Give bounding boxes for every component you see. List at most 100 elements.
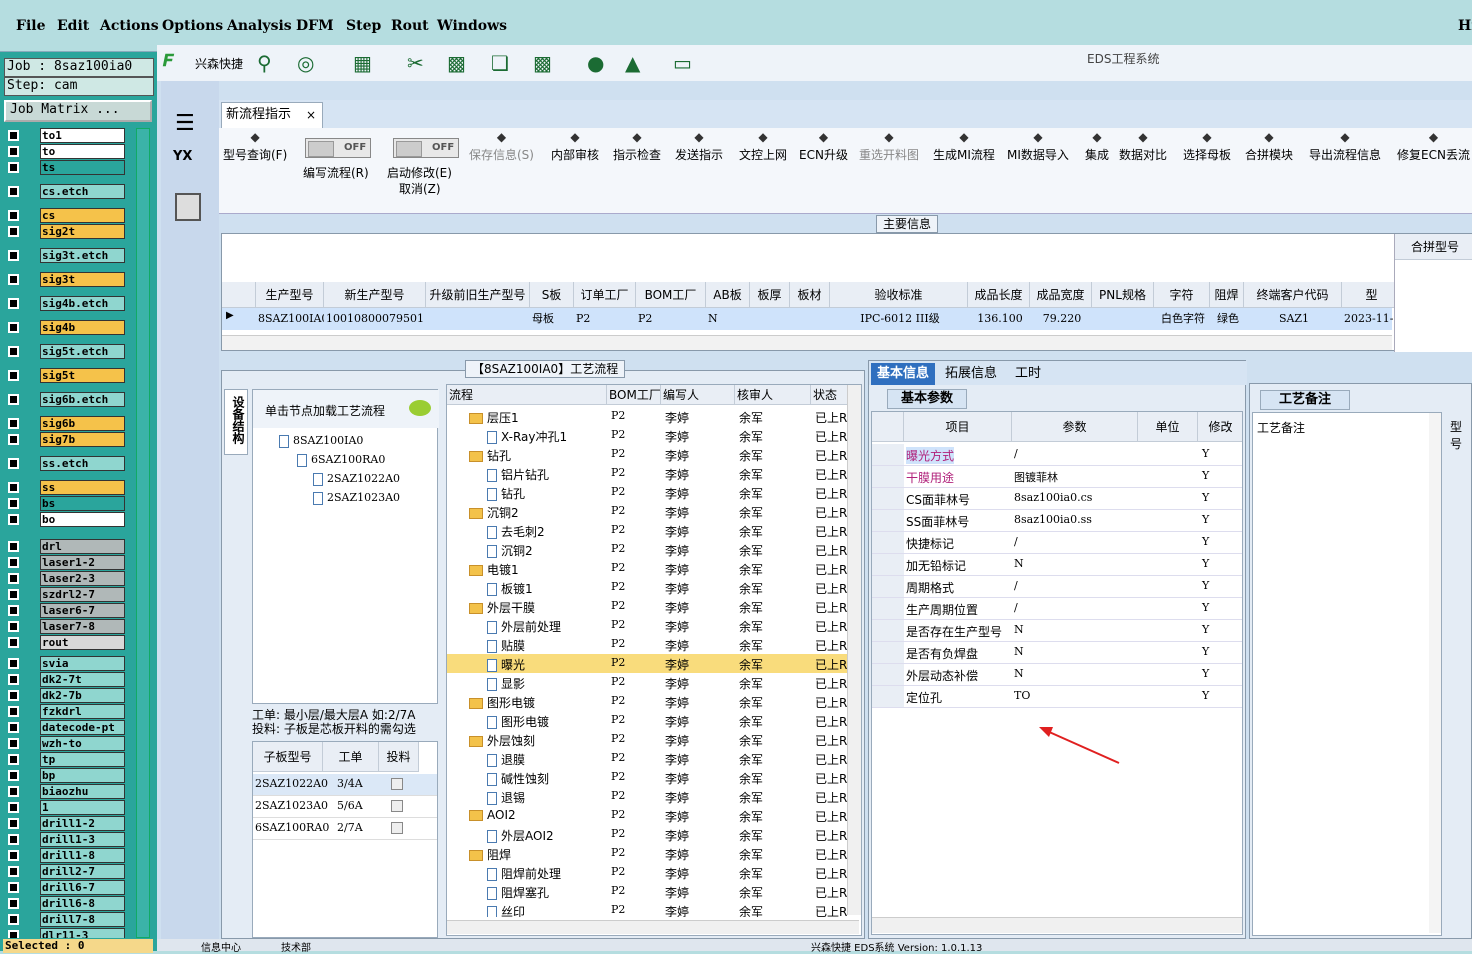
layer-row[interactable]: dk2-7b [3,688,126,703]
layer-checkbox[interactable] [8,394,19,405]
table-row[interactable]: ▶ 8SAZ100IA0 10010800079501 母板 P2 P2 N IPC-6012… [222,308,1402,330]
layer-checkbox[interactable] [8,226,19,237]
layer-row[interactable]: 1 [3,800,126,815]
flow-row[interactable]: 沉铜2 P2 李婷 余军 已上R [447,502,859,521]
layer-checkbox[interactable] [8,866,19,877]
flow-row[interactable]: 沉铜2 P2 李婷 余军 已上R [447,540,859,559]
layer-row[interactable]: sig5t.etch [3,344,126,359]
param-tab[interactable]: 基本信息 [871,363,936,385]
flow-row[interactable]: 钻孔 P2 李婷 余军 已上R [447,483,859,502]
flow-row[interactable]: 阻焊 P2 李婷 余军 已上R [447,844,859,863]
param-tab[interactable]: 工时 [1009,363,1047,385]
param-value[interactable]: / [1014,601,1018,614]
param-row[interactable]: 干膜用途 图镀菲林 Y [872,466,1242,488]
flow-v-scrollbar[interactable] [847,385,861,915]
tree-node[interactable]: 8SAZ100IA0 [279,434,363,448]
layer-row[interactable]: drill6-7 [3,880,126,895]
flow-row[interactable]: 退锡 P2 李婷 余军 已上R [447,787,859,806]
flow-h-scrollbar[interactable] [447,920,859,934]
scissors-icon[interactable]: ✂ [407,51,424,75]
copy-icon[interactable]: ❏ [491,51,509,75]
job-matrix-button[interactable]: Job Matrix ... [4,100,152,122]
layer-row[interactable]: drill1-8 [3,848,126,863]
layer-row[interactable]: to [3,144,126,159]
layer-row[interactable]: drill6-8 [3,896,126,911]
flow-row[interactable]: 曝光 P2 李婷 余军 已上R [447,654,859,673]
layer-scrollbar[interactable] [136,128,150,938]
flow-row[interactable]: 外层干膜 P2 李婷 余军 已上R [447,597,859,616]
layer-checkbox[interactable] [8,498,19,509]
ribbon-smile-button[interactable]: ◆ 导出流程信息 [1309,130,1381,163]
layer-row[interactable]: fzkdrl [3,704,126,719]
flow-row[interactable]: 层压1 P2 李婷 余军 已上R [447,407,859,426]
flow-row[interactable]: 图形电镀 P2 李婷 余军 已上R [447,711,859,730]
params-h-scrollbar[interactable] [872,917,1242,933]
param-row[interactable]: 周期格式 / Y [872,576,1242,598]
layer-row[interactable]: ts [3,160,126,175]
ribbon-import-button[interactable]: ◆ MI数据导入 [1007,130,1069,163]
layer-row[interactable]: drill2-7 [3,864,126,879]
flow-row[interactable]: 外层蚀刻 P2 李婷 余军 已上R [447,730,859,749]
layer-checkbox[interactable] [8,130,19,141]
layer-checkbox[interactable] [8,434,19,445]
layer-checkbox[interactable] [8,146,19,157]
feed-checkbox[interactable] [391,778,403,790]
write-flow-toggle[interactable]: OFF [305,138,371,158]
remarks-box[interactable]: 工艺备注 [1252,412,1442,936]
menu-windows[interactable]: Windows [437,18,507,34]
layer-row[interactable]: wzh-to [3,736,126,751]
ribbon-compare-button[interactable]: ◆ 数据对比 [1119,130,1167,163]
flow-row[interactable]: 碱性蚀刻 P2 李婷 余军 已上R [447,768,859,787]
film-icon[interactable]: ▩ [447,51,466,75]
ribbon-upload-button[interactable]: ◆ 发送指示 [675,130,723,163]
hamburger-icon[interactable]: ☰ [175,111,195,136]
layer-checkbox[interactable] [8,605,19,616]
param-row[interactable]: 加无铅标记 N Y [872,554,1242,576]
layer-row[interactable]: drl [3,539,126,554]
param-row[interactable]: 外层动态补偿 N Y [872,664,1242,686]
param-row[interactable]: 曝光方式 / Y [872,444,1242,466]
layer-row[interactable]: laser6-7 [3,603,126,618]
layer-checkbox[interactable] [8,738,19,749]
layer-row[interactable]: drill1-3 [3,832,126,847]
param-value[interactable]: / [1014,579,1018,592]
layer-checkbox[interactable] [8,482,19,493]
layer-checkbox[interactable] [8,274,19,285]
layer-checkbox[interactable] [8,514,19,525]
search-icon[interactable]: ⚲ [257,51,272,75]
yx-icon[interactable]: YX [173,149,192,164]
layer-checkbox[interactable] [8,930,19,938]
ribbon-cloud-button[interactable]: ◆ 文控上网 [739,130,787,163]
ribbon-check-button[interactable]: ◆ 指示检查 [613,130,661,163]
feed-checkbox[interactable] [391,800,403,812]
layer-row[interactable]: bp [3,768,126,783]
feed-checkbox[interactable] [391,822,403,834]
layer-checkbox[interactable] [8,690,19,701]
table-icon[interactable]: ▦ [353,51,372,75]
layer-checkbox[interactable] [8,250,19,261]
ribbon-a-button[interactable]: ◆ ECN升级 [799,130,848,163]
ribbon-check-button[interactable]: ◆ 保存信息(S) [469,130,534,163]
param-value[interactable]: 8saz100ia0.cs [1014,491,1092,504]
layer-checkbox[interactable] [8,589,19,600]
layer-row[interactable]: datecode-pt [3,720,126,735]
layer-checkbox[interactable] [8,541,19,552]
layer-checkbox[interactable] [8,298,19,309]
side-tab-device[interactable]: 设备结构 [224,389,248,455]
layer-checkbox[interactable] [8,621,19,632]
layer-row[interactable]: dlr11-3 [3,928,126,938]
layer-checkbox[interactable] [8,637,19,648]
tab-new-flow[interactable]: 新流程指示 × [221,102,323,128]
layer-row[interactable]: bo [3,512,126,527]
layer-checkbox[interactable] [8,914,19,925]
layer-row[interactable]: sig4b [3,320,126,335]
param-row[interactable]: CS面菲林号 8saz100ia0.cs Y [872,488,1242,510]
flow-row[interactable]: X-Ray冲孔1 P2 李婷 余军 已上R [447,426,859,445]
layer-row[interactable]: to1 [3,128,126,143]
menu-edit[interactable]: Edit [57,18,89,34]
layer-row[interactable]: rout [3,635,126,650]
layer-row[interactable]: biaozhu [3,784,126,799]
ribbon-print-button[interactable]: ◆ 内部审核 [551,130,599,163]
flow-row[interactable]: 外层前处理 P2 李婷 余军 已上R [447,616,859,635]
layer-row[interactable]: laser7-8 [3,619,126,634]
